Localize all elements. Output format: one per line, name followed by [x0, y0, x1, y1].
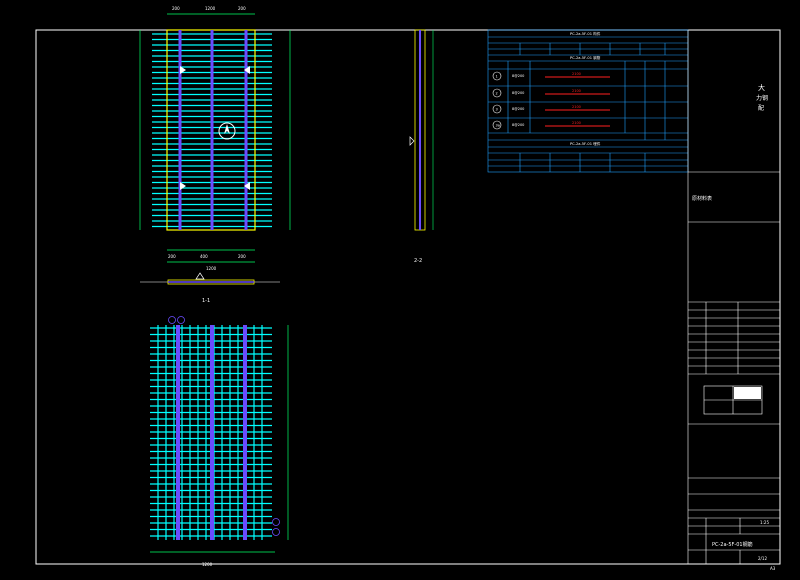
- rebar-id: 1: [496, 75, 498, 79]
- company-name-1: 大: [758, 83, 765, 92]
- rebar-spec: 8@200: [512, 91, 524, 95]
- rebar-id: 3a: [496, 124, 500, 128]
- company-name-2: 力钢: [756, 94, 768, 102]
- rebar-length: 2100: [572, 72, 581, 76]
- table2-title: PC-2a-5F-01 钢筋: [570, 55, 601, 60]
- svg-text:200: 200: [168, 254, 176, 259]
- location-key-fill: [734, 387, 761, 399]
- rebar-spec: 8@200: [512, 107, 524, 111]
- project-label: 原材料表: [692, 195, 712, 202]
- section-2-label: 2-2: [414, 258, 422, 264]
- rebar-spec: 8@200: [512, 74, 524, 78]
- top-plan-view: 200 1200 200 200 400 200 1200: [139, 6, 291, 271]
- rebar-tables: [487, 29, 689, 173]
- rebar-length: 2100: [572, 89, 581, 93]
- title-block: [687, 30, 780, 564]
- section-2-2: 2-2: [409, 29, 434, 264]
- cad-drawing-canvas[interactable]: 200 1200 200 200 400 200 1200 1-1 2-2 12…: [0, 0, 800, 580]
- drawing-frame: [35, 29, 781, 565]
- svg-text:200: 200: [238, 254, 246, 259]
- section-1-label: 1-1: [202, 298, 210, 304]
- north-arrow-icon: [218, 122, 236, 140]
- table3-title: PC-2a-5F-01 埋件: [570, 141, 601, 146]
- svg-text:400: 400: [200, 254, 208, 259]
- sheet-label: 2/12: [758, 556, 767, 561]
- page-mark: A3: [770, 566, 776, 571]
- svg-text:200: 200: [172, 6, 180, 11]
- rebar-length: 2100: [572, 121, 581, 125]
- rebar-id: 2: [496, 92, 498, 96]
- rebar-id: 3: [496, 108, 498, 112]
- section-1-1: 1-1: [140, 272, 280, 304]
- scale-label: 1:25: [760, 520, 769, 525]
- svg-text:1200: 1200: [205, 6, 216, 11]
- rebar-spec: 8@200: [512, 123, 524, 127]
- bottom-width-dim: 1200: [202, 562, 213, 567]
- drawing-number: PC-2a-5F-01钢筋: [712, 541, 753, 548]
- top-width-dim: 1200: [206, 266, 217, 271]
- company-name-3: 配: [758, 105, 764, 112]
- table1-title: PC-2a-5F-01 构件: [570, 31, 601, 36]
- bottom-rebar-plan: 1200: [150, 316, 289, 567]
- svg-text:200: 200: [238, 6, 246, 11]
- rebar-length: 2100: [572, 105, 581, 109]
